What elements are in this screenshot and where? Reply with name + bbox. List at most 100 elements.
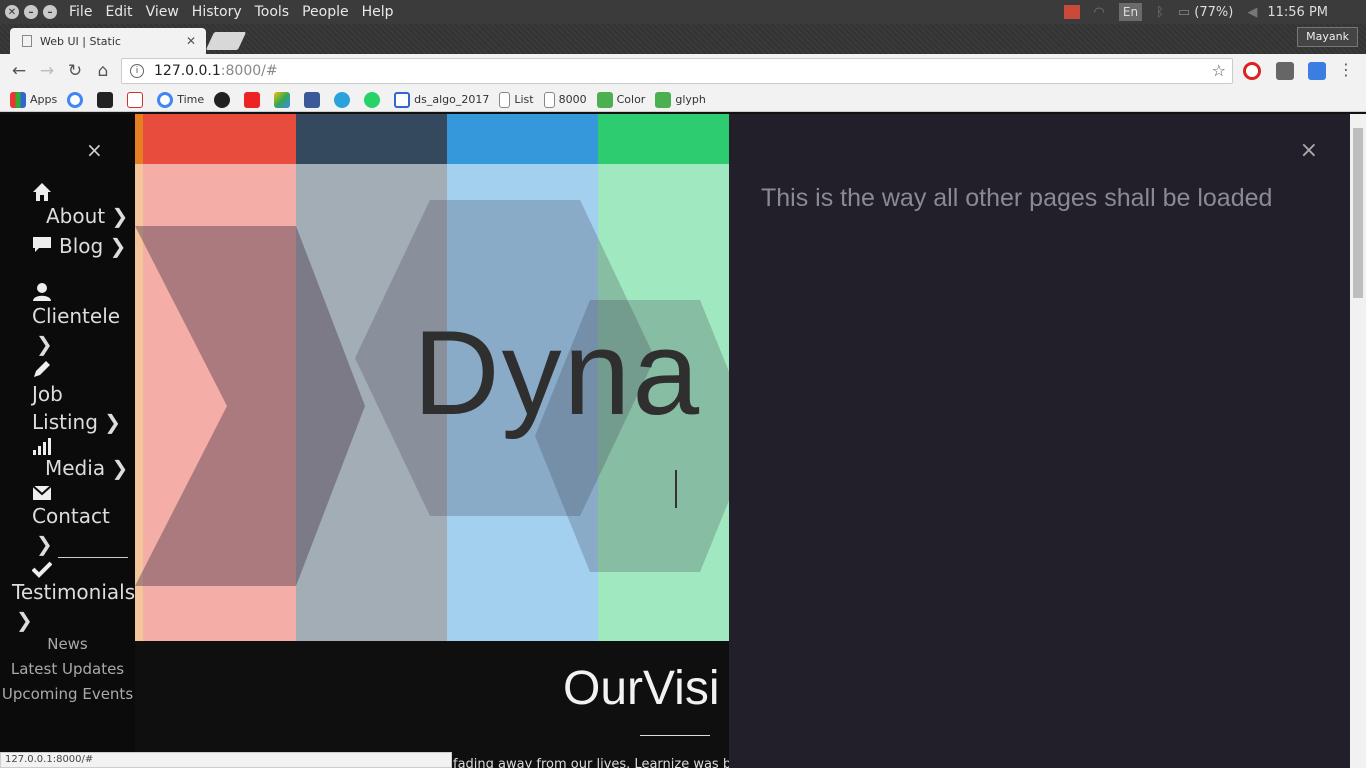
back-icon[interactable]: ← bbox=[6, 61, 32, 81]
extension-icon[interactable] bbox=[1308, 62, 1326, 80]
bookmark-label: Apps bbox=[30, 93, 58, 106]
sidebar-item-job-listing[interactable]: Job Listing ❯ bbox=[32, 380, 121, 436]
media-icon[interactable] bbox=[1063, 5, 1080, 19]
battery-indicator[interactable]: ▭ (77%) bbox=[1178, 5, 1233, 20]
sidebar-close-icon[interactable]: × bbox=[86, 138, 103, 162]
window-maximize-button[interactable]: – bbox=[43, 5, 57, 19]
tab-close-icon[interactable]: ✕ bbox=[186, 34, 196, 48]
address-bar[interactable]: i 127.0.0.1:8000/# ☆ bbox=[121, 58, 1233, 84]
sidebar-item-label: Contact bbox=[32, 504, 110, 528]
sidebar-link-latest-updates[interactable]: Latest Updates bbox=[0, 660, 135, 678]
bookmark-github[interactable] bbox=[214, 91, 234, 108]
clock[interactable]: 11:56 PM bbox=[1267, 5, 1328, 20]
bookmark-facebook[interactable] bbox=[304, 91, 324, 108]
bookmark-dark[interactable] bbox=[97, 91, 117, 108]
language-indicator[interactable]: En bbox=[1118, 3, 1143, 21]
bookmark-color[interactable]: Color bbox=[596, 91, 645, 108]
reload-icon[interactable]: ↻ bbox=[62, 61, 88, 81]
forward-icon[interactable]: → bbox=[34, 61, 60, 81]
bookmark-backpack[interactable] bbox=[127, 91, 147, 108]
bookmark-drive[interactable] bbox=[274, 91, 294, 108]
bookmark-whatsapp[interactable] bbox=[364, 91, 384, 108]
sidebar-item-blog[interactable]: Blog ❯ bbox=[59, 234, 126, 258]
sidebar-item-label: Testimonials bbox=[12, 580, 136, 604]
sidebar-item-label: Blog bbox=[59, 234, 104, 258]
bluetooth-icon[interactable]: ᛒ bbox=[1156, 5, 1164, 20]
chevron-right-icon: ❯ bbox=[109, 234, 127, 258]
menu-kebab-icon[interactable]: ⋮ bbox=[1338, 60, 1354, 79]
panel-close-icon[interactable]: × bbox=[1300, 138, 1318, 163]
chevron-right-icon: ❯ bbox=[111, 204, 129, 228]
volume-icon[interactable]: ◀ bbox=[1247, 5, 1257, 20]
bookmark-star-icon[interactable]: ☆ bbox=[1212, 61, 1226, 80]
apps-grid-icon bbox=[10, 91, 26, 108]
user-icon bbox=[33, 283, 51, 301]
bookmark-8000[interactable]: 8000 bbox=[543, 91, 587, 108]
menu-file[interactable]: File bbox=[69, 4, 92, 20]
menu-edit[interactable]: Edit bbox=[105, 4, 132, 20]
wifi-icon[interactable]: ◠ bbox=[1094, 5, 1105, 20]
info-icon[interactable]: i bbox=[130, 64, 144, 78]
home-icon[interactable]: ⌂ bbox=[90, 61, 116, 81]
page-icon bbox=[499, 91, 511, 108]
bookmark-list[interactable]: List bbox=[499, 91, 534, 108]
menu-history[interactable]: History bbox=[192, 4, 242, 20]
bookmark-youtube[interactable] bbox=[244, 91, 264, 108]
comment-icon bbox=[33, 237, 51, 252]
menu-help[interactable]: Help bbox=[362, 4, 394, 20]
sidebar-item-testimonials[interactable]: Testimonials bbox=[12, 580, 135, 604]
sidebar-nav: × About ❯ Blog ❯ Clientele ❯ Job Listing… bbox=[0, 114, 135, 768]
sidebar-item-label: About bbox=[46, 204, 106, 228]
backpack-icon bbox=[127, 91, 144, 108]
menu-view[interactable]: View bbox=[146, 4, 179, 20]
battery-percent: (77%) bbox=[1194, 4, 1234, 20]
os-top-bar: ✕ – – File Edit View History Tools Peopl… bbox=[0, 0, 1366, 24]
sidebar-item-label: Clientele bbox=[32, 304, 121, 328]
tab-title: Web UI | Static bbox=[40, 34, 121, 48]
vision-text: fading away from our lives. Learnize was… bbox=[453, 757, 740, 768]
sidebar-item-label: Job bbox=[32, 382, 63, 406]
dark-site-icon bbox=[97, 91, 114, 108]
sidebar-link-upcoming-events[interactable]: Upcoming Events bbox=[0, 685, 135, 703]
browser-tab[interactable]: Web UI | Static ✕ bbox=[10, 28, 206, 54]
new-tab-button[interactable] bbox=[205, 32, 247, 50]
sidebar-item-about[interactable]: About ❯ bbox=[46, 204, 128, 228]
chevron-right-icon: ❯ bbox=[36, 332, 53, 356]
opera-extension-icon[interactable] bbox=[1243, 62, 1261, 80]
chevron-right-icon: ❯ bbox=[104, 410, 122, 434]
web-page: × About ❯ Blog ❯ Clientele ❯ Job Listing… bbox=[0, 114, 1366, 768]
bookmark-apps[interactable]: Apps bbox=[10, 91, 58, 108]
bookmark-telegram[interactable] bbox=[334, 91, 354, 108]
window-minimize-button[interactable]: – bbox=[24, 5, 38, 19]
sidebar-link-news[interactable]: News bbox=[0, 635, 135, 653]
panel-message: This is the way all other pages shall be… bbox=[761, 184, 1273, 212]
page-scrollbar[interactable] bbox=[1350, 114, 1366, 768]
menu-tools[interactable]: Tools bbox=[255, 4, 290, 20]
bookmark-google[interactable] bbox=[67, 91, 87, 108]
app-menu: File Edit View History Tools People Help bbox=[69, 4, 407, 20]
profile-button[interactable]: Mayank bbox=[1297, 27, 1358, 47]
pocket-extension-icon[interactable] bbox=[1276, 62, 1294, 80]
url-path: :8000/# bbox=[220, 63, 278, 79]
w3schools-icon bbox=[596, 91, 613, 108]
status-bar-url: 127.0.0.1:8000/# bbox=[0, 752, 452, 768]
sidebar-item-label: Listing bbox=[32, 410, 98, 434]
toolbar: ← → ↻ ⌂ i 127.0.0.1:8000/# ☆ ⋮ bbox=[0, 54, 1366, 88]
sidebar-item-label: Media bbox=[45, 456, 106, 480]
sidebar-item-media[interactable]: Media ❯ bbox=[45, 456, 128, 480]
sidebar-item-contact[interactable]: Contact bbox=[32, 504, 110, 528]
divider bbox=[58, 557, 128, 558]
scrollbar-thumb[interactable] bbox=[1353, 128, 1363, 298]
text-cursor bbox=[675, 470, 677, 508]
bookmark-time[interactable]: Time bbox=[157, 91, 204, 108]
bookmark-ds-algo[interactable]: ds_algo_2017 bbox=[394, 91, 489, 108]
bookmark-label: 8000 bbox=[558, 93, 587, 106]
menu-people[interactable]: People bbox=[302, 4, 349, 20]
bookmark-glyph[interactable]: glyph bbox=[655, 91, 706, 108]
sidebar-item-clientele[interactable]: Clientele bbox=[32, 304, 120, 328]
tab-strip: Web UI | Static ✕ Mayank bbox=[0, 24, 1366, 54]
chevron-right-icon: ❯ bbox=[36, 532, 53, 556]
window-close-button[interactable]: ✕ bbox=[5, 5, 19, 19]
home-icon bbox=[33, 183, 51, 201]
vision-divider bbox=[640, 735, 710, 736]
